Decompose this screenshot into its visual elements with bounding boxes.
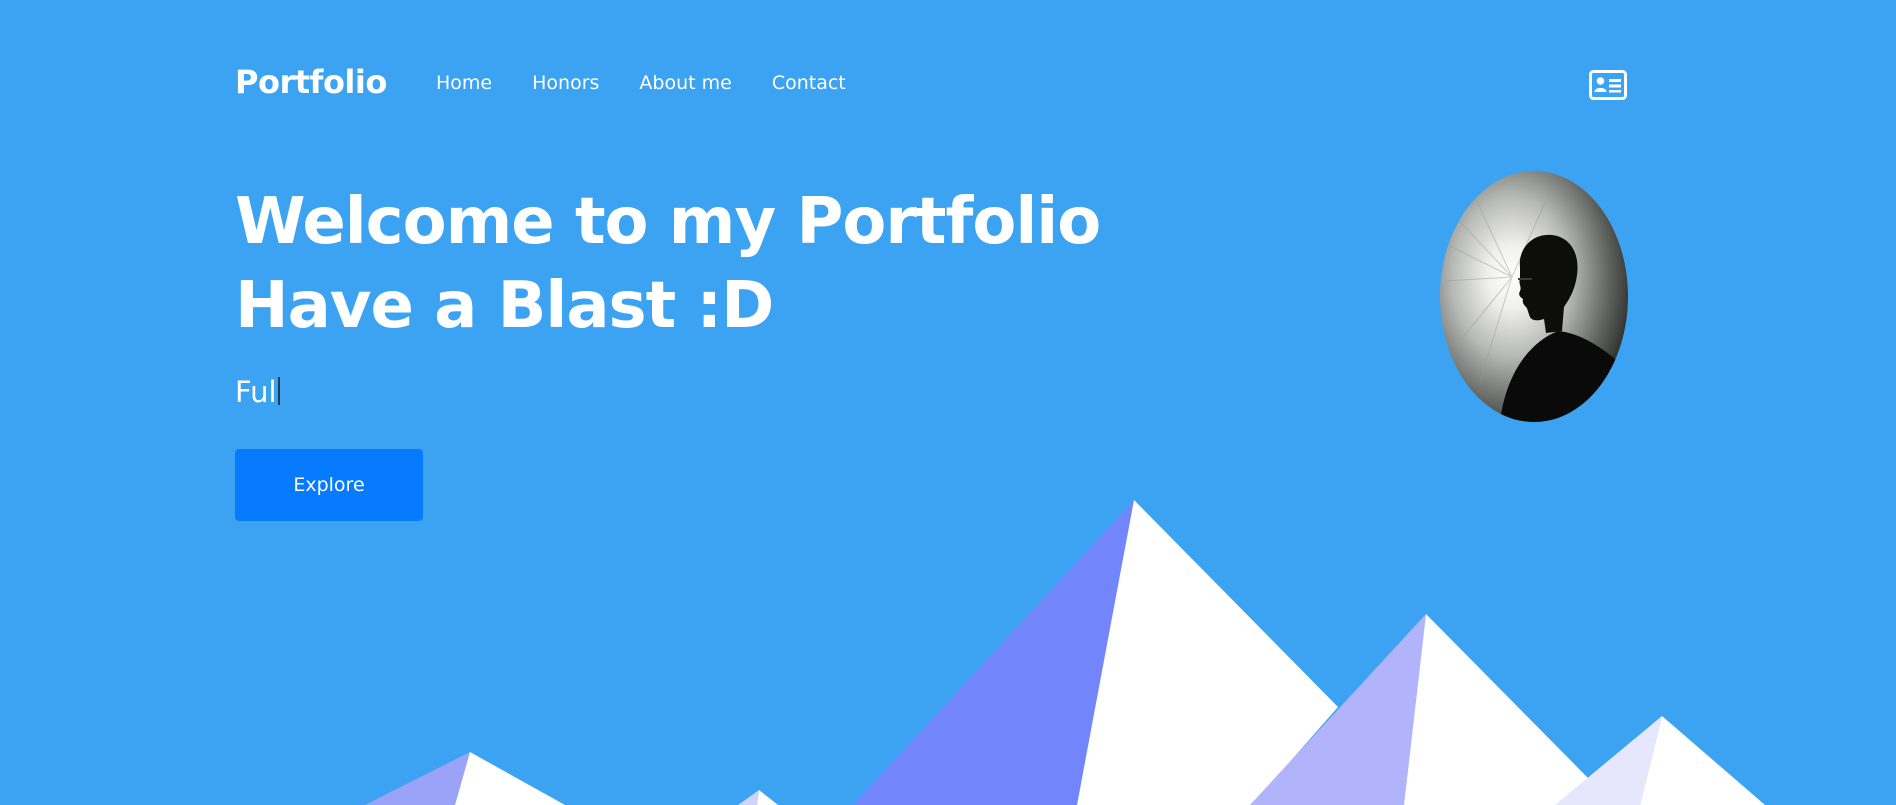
top-navbar: Portfolio Home Honors About me Contact <box>235 60 1627 110</box>
explore-button[interactable]: Explore <box>235 449 423 521</box>
typed-subtitle: Ful <box>235 374 1100 410</box>
nav-link-about-me[interactable]: About me <box>639 70 731 96</box>
mountain-right-snow <box>1640 716 1765 805</box>
id-card-icon[interactable] <box>1589 70 1627 100</box>
hero-title-line-2: Have a Blast :D <box>235 269 774 343</box>
mountain-left-shadow <box>365 752 470 805</box>
mountain-mid-snow <box>1404 614 1590 805</box>
mountain-tiny-snow <box>757 790 778 805</box>
mountain-left-snow <box>455 752 565 805</box>
brand-logo-link[interactable]: Portfolio <box>235 62 387 102</box>
typed-text: Ful <box>235 375 277 409</box>
nav-links: Home Honors About me Contact <box>436 70 886 96</box>
hero-title: Welcome to my Portfolio Have a Blast :D <box>235 180 1101 348</box>
profile-photo-icon <box>1440 171 1628 422</box>
nav-link-home[interactable]: Home <box>436 70 492 96</box>
nav-link-honors[interactable]: Honors <box>532 70 599 96</box>
nav-link-contact[interactable]: Contact <box>772 70 846 96</box>
avatar <box>1440 171 1628 422</box>
mountain-tiny-shadow <box>738 790 759 805</box>
typing-cursor <box>277 377 280 405</box>
hero-title-line-1: Welcome to my Portfolio <box>235 185 1101 259</box>
hero-section: Welcome to my Portfolio Have a Blast :D … <box>235 180 1101 521</box>
